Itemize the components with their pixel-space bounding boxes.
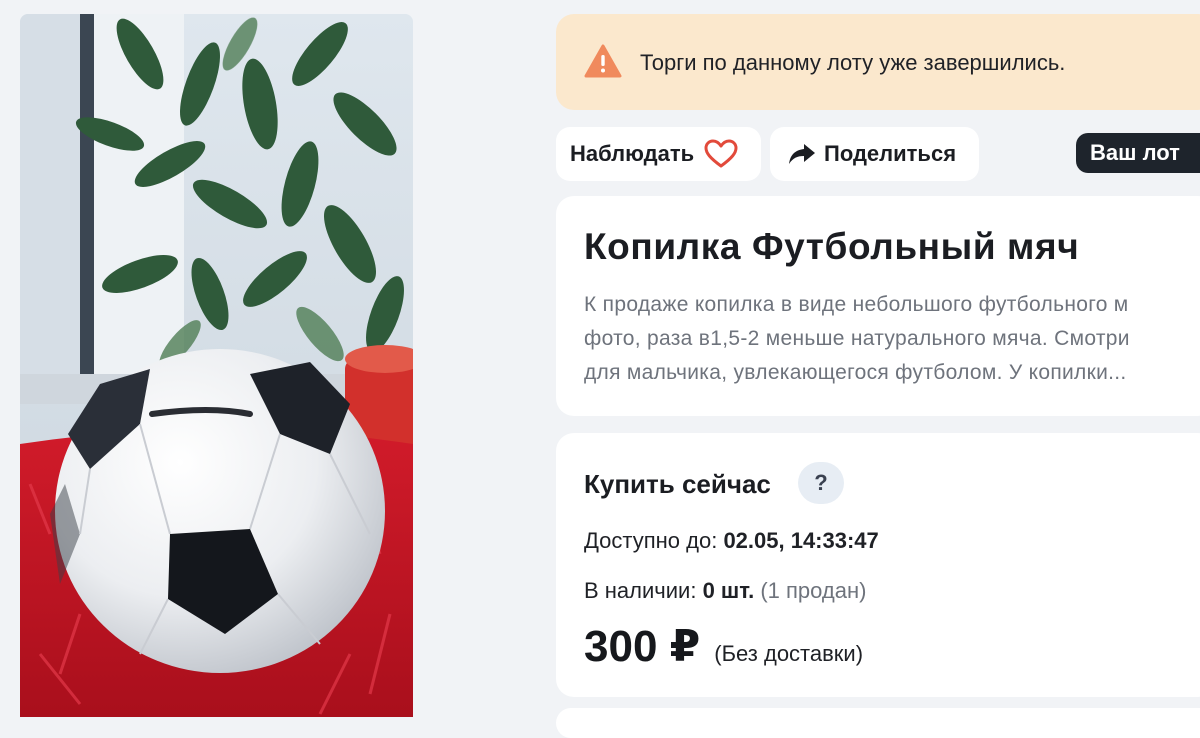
next-card xyxy=(556,708,1200,738)
price-block: 300 ₽ (Без доставки) xyxy=(584,621,863,672)
heart-icon xyxy=(704,139,738,168)
available-label: Доступно до: xyxy=(584,528,718,553)
share-button[interactable]: Поделиться xyxy=(770,127,979,181)
help-button[interactable]: ? xyxy=(798,462,844,504)
warning-icon xyxy=(584,44,622,78)
own-lot-badge: Ваш лот xyxy=(1076,133,1200,173)
sold-note: (1 продан) xyxy=(760,578,867,603)
lot-photo[interactable] xyxy=(20,14,413,717)
watch-label: Наблюдать xyxy=(570,141,695,166)
buy-now-title: Купить сейчас xyxy=(584,469,771,499)
lot-info-card: Копилка Футбольный мяч К продаже копилка… xyxy=(556,196,1200,416)
description-line: для мальчика, увлекающегося футболом. У … xyxy=(584,361,1127,384)
stock-value: 0 шт. xyxy=(702,578,755,603)
buy-now-card: Купить сейчас ? Доступно до: 02.05, 14:3… xyxy=(556,433,1200,697)
stock-label: В наличии: xyxy=(584,578,697,603)
price: 300 ₽ xyxy=(584,622,701,671)
alert-text: Торги по данному лоту уже завершились. xyxy=(640,50,1066,75)
watch-button[interactable]: Наблюдать xyxy=(556,127,761,181)
delivery-note: (Без доставки) xyxy=(714,641,864,666)
share-label: Поделиться xyxy=(824,141,957,166)
stock-info: В наличии: 0 шт. (1 продан) xyxy=(584,578,866,604)
lot-description[interactable]: К продаже копилка в виде небольшого футб… xyxy=(584,288,1200,390)
description-line: фото, раза в1,5-2 меньше натурального мя… xyxy=(584,327,1130,350)
available-until: Доступно до: 02.05, 14:33:47 xyxy=(584,528,879,554)
description-line: К продаже копилка в виде небольшого футб… xyxy=(584,293,1129,316)
auction-ended-alert: Торги по данному лоту уже завершились. xyxy=(556,14,1200,110)
lot-title: Копилка Футбольный мяч xyxy=(584,226,1080,267)
available-value: 02.05, 14:33:47 xyxy=(723,528,879,553)
share-arrow-icon xyxy=(789,144,815,164)
soccer-ball-piggy-bank-image xyxy=(20,14,413,717)
